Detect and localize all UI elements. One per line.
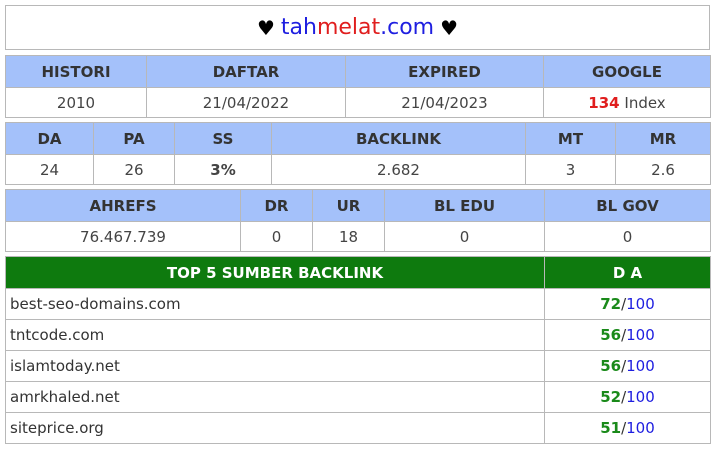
domain-part-1: tah	[280, 15, 317, 40]
da-score: 56	[600, 357, 622, 375]
value-mt: 3	[525, 154, 616, 185]
header-mr: MR	[615, 122, 711, 155]
header-google: GOOGLE	[543, 55, 711, 88]
site-title: ♥ tahmelat.com ♥	[5, 5, 710, 50]
header-mt: MT	[525, 122, 616, 155]
da-score: 56	[600, 326, 622, 344]
da-max: 100	[626, 388, 655, 406]
header-bl-gov: BL GOV	[544, 189, 711, 222]
domain-part-2: melat	[316, 15, 381, 40]
heart-icon: ♥	[256, 15, 275, 40]
table-row: siteprice.org 51/100	[5, 412, 711, 444]
header-dr: DR	[240, 189, 313, 222]
google-index-label: Index	[624, 93, 666, 112]
value-mr: 2.6	[615, 154, 711, 185]
table-row: best-seo-domains.com 72/100	[5, 288, 711, 320]
backlink-domain: amrkhaled.net	[5, 381, 545, 413]
google-index-count: 134	[588, 93, 620, 112]
domain-part-3: .com	[380, 15, 435, 40]
heart-icon: ♥	[440, 15, 459, 40]
authority-table: DA PA SS BACKLINK MT MR 24 26 3% 2.682 3…	[5, 122, 711, 185]
backlink-da: 56/100	[544, 350, 711, 382]
domain-info-table: HISTORI DAFTAR EXPIRED GOOGLE 2010 21/04…	[5, 55, 711, 118]
value-pa: 26	[93, 154, 175, 185]
table-row: islamtoday.net 56/100	[5, 350, 711, 382]
ahrefs-table: AHREFS DR UR BL EDU BL GOV 76.467.739 0 …	[5, 189, 711, 252]
value-ahrefs: 76.467.739	[5, 221, 241, 252]
header-top-sources: TOP 5 SUMBER BACKLINK	[5, 256, 545, 289]
value-bl-edu: 0	[384, 221, 545, 252]
table-row: amrkhaled.net 52/100	[5, 381, 711, 413]
value-da: 24	[5, 154, 94, 185]
da-score: 72	[600, 295, 622, 313]
header-bl-edu: BL EDU	[384, 189, 545, 222]
backlink-da: 72/100	[544, 288, 711, 320]
header-ur: UR	[312, 189, 385, 222]
value-bl-gov: 0	[544, 221, 711, 252]
header-ss: SS	[174, 122, 272, 155]
value-expired: 21/04/2023	[345, 87, 544, 118]
value-backlink: 2.682	[271, 154, 526, 185]
site-domain: tahmelat.com	[281, 15, 434, 40]
header-expired: EXPIRED	[345, 55, 544, 88]
da-score: 52	[600, 388, 622, 406]
header-ahrefs: AHREFS	[5, 189, 241, 222]
da-max: 100	[626, 357, 655, 375]
header-histori: HISTORI	[5, 55, 147, 88]
da-max: 100	[626, 326, 655, 344]
value-ur: 18	[312, 221, 385, 252]
value-daftar: 21/04/2022	[146, 87, 346, 118]
value-histori: 2010	[5, 87, 147, 118]
backlink-domain: siteprice.org	[5, 412, 545, 444]
header-da-column: D A	[544, 256, 711, 289]
value-google: 134 Index	[543, 87, 711, 118]
header-pa: PA	[93, 122, 175, 155]
da-score: 51	[600, 419, 622, 437]
backlink-da: 52/100	[544, 381, 711, 413]
backlink-da: 56/100	[544, 319, 711, 351]
value-dr: 0	[240, 221, 313, 252]
backlink-domain: best-seo-domains.com	[5, 288, 545, 320]
da-max: 100	[626, 295, 655, 313]
header-da: DA	[5, 122, 94, 155]
table-row: tntcode.com 56/100	[5, 319, 711, 351]
header-daftar: DAFTAR	[146, 55, 346, 88]
backlink-da: 51/100	[544, 412, 711, 444]
value-ss: 3%	[174, 154, 272, 185]
top-backlink-sources-table: TOP 5 SUMBER BACKLINK D A best-seo-domai…	[5, 256, 711, 444]
header-backlink: BACKLINK	[271, 122, 526, 155]
backlink-domain: tntcode.com	[5, 319, 545, 351]
da-max: 100	[626, 419, 655, 437]
backlink-domain: islamtoday.net	[5, 350, 545, 382]
